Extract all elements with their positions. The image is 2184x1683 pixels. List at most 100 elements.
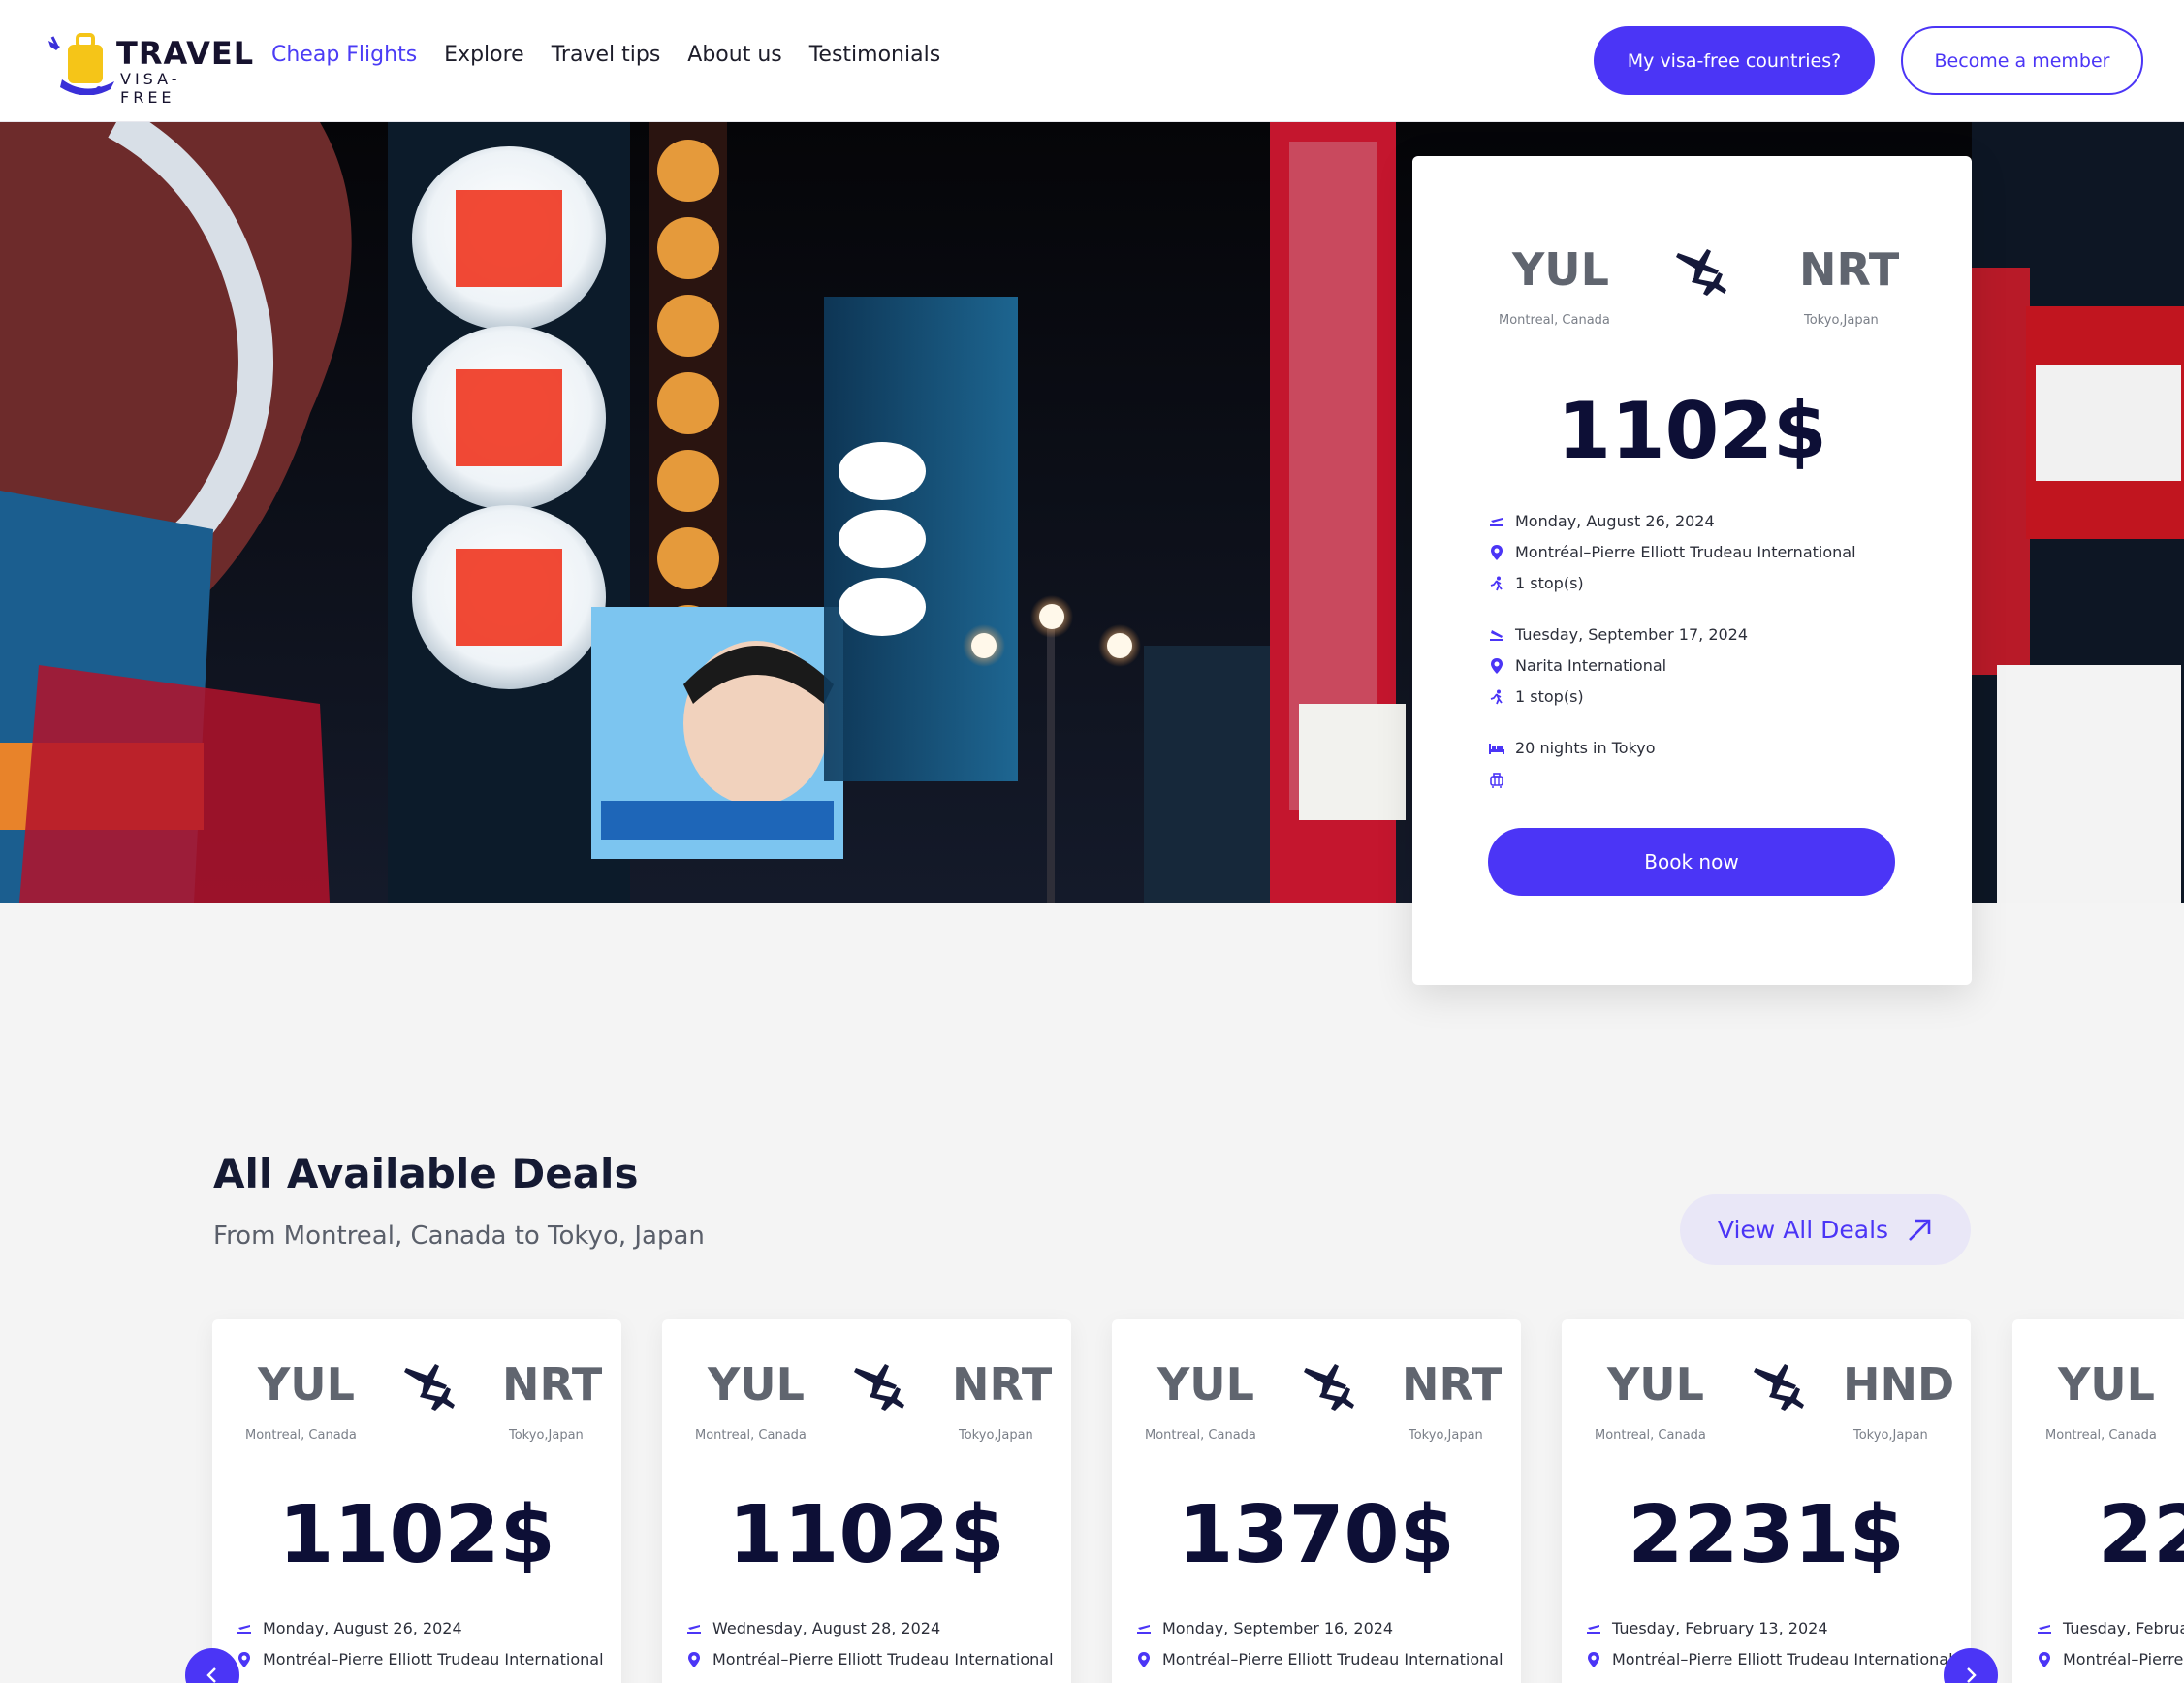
logo-tagline: VISA-FREE (120, 70, 181, 107)
deal-airport: Montréal–Pierre E (2063, 1650, 2184, 1668)
walking-person-icon (1488, 575, 1505, 592)
takeoff-icon (236, 1620, 253, 1637)
site-header: TRAVEL VISA-FREE Cheap Flights Explore T… (0, 0, 2184, 122)
deal-date-row: Tuesday, February 13, 2024 (1585, 1619, 1828, 1637)
deal-date: Monday, August 26, 2024 (263, 1619, 462, 1637)
chevron-right-icon (1967, 1667, 1977, 1683)
return-date: Tuesday, September 17, 2024 (1515, 625, 1749, 644)
walking-person-icon (1488, 688, 1505, 706)
deal-price: 1370$ (1178, 1489, 1455, 1581)
origin-city: Montreal, Canada (1499, 313, 1610, 328)
nav-about-us[interactable]: About us (687, 43, 781, 67)
chevron-left-icon (206, 1667, 216, 1683)
destination-code: NRT (502, 1358, 603, 1411)
location-pin-icon (685, 1651, 703, 1668)
deal-price: 1102$ (278, 1489, 555, 1581)
destination-city: Tokyo,Japan (1409, 1428, 1483, 1443)
origin-city: Montreal, Canada (1145, 1428, 1256, 1443)
takeoff-icon (2036, 1620, 2053, 1637)
luggage-icon (1488, 772, 1505, 789)
deal-card[interactable]: YUL Montreal, Canada HND Tokyo,Japan 223… (1562, 1319, 1971, 1683)
deal-date: Wednesday, August 28, 2024 (712, 1619, 941, 1637)
deal-airport: Montréal–Pierre Elliott Trudeau Internat… (1162, 1650, 1503, 1668)
landing-icon (1488, 626, 1505, 644)
departure-date: Monday, August 26, 2024 (1515, 512, 1715, 530)
destination-code: HND (1843, 1358, 1955, 1411)
visa-free-countries-button[interactable]: My visa-free countries? (1594, 26, 1875, 95)
deal-airport-row: Montréal–Pierre Elliott Trudeau Internat… (1135, 1650, 1503, 1668)
return-date-row: Tuesday, September 17, 2024 (1488, 625, 1748, 644)
luggage-row (1488, 772, 1515, 789)
planes-icon (404, 1364, 455, 1411)
deal-date-row: Monday, September 16, 2024 (1135, 1619, 1393, 1637)
deal-date: Tuesday, February (2063, 1619, 2184, 1637)
takeoff-icon (685, 1620, 703, 1637)
destination-code: NRT (1402, 1358, 1503, 1411)
become-member-button[interactable]: Become a member (1901, 26, 2143, 95)
deal-airport-row: Montréal–Pierre E (2036, 1650, 2184, 1668)
location-pin-icon (1488, 544, 1505, 561)
deal-airport-row: Montréal–Pierre Elliott Trudeau Internat… (236, 1650, 604, 1668)
featured-deal-card: YUL Montreal, Canada NRT Tokyo,Japan 110… (1412, 156, 1972, 985)
destination-code: NRT (952, 1358, 1053, 1411)
site-logo[interactable]: TRAVEL VISA-FREE (47, 27, 253, 107)
location-pin-icon (1488, 657, 1505, 675)
nav-travel-tips[interactable]: Travel tips (552, 43, 661, 67)
view-all-deals-label: View All Deals (1717, 1216, 1889, 1244)
return-stops: 1 stop(s) (1515, 687, 1584, 706)
planes-icon (854, 1364, 904, 1411)
return-airport: Narita International (1515, 656, 1667, 675)
stay-row: 20 nights in Tokyo (1488, 739, 1656, 757)
destination-city: Tokyo,Japan (1853, 1428, 1928, 1443)
departure-date-row: Monday, August 26, 2024 (1488, 512, 1715, 530)
featured-price: 1102$ (1557, 386, 1827, 476)
planes-icon (1676, 249, 1726, 296)
origin-city: Montreal, Canada (695, 1428, 807, 1443)
location-pin-icon (1135, 1651, 1153, 1668)
destination-city: Tokyo,Japan (959, 1428, 1033, 1443)
planes-icon (1304, 1364, 1354, 1411)
suitcase-plane-icon (48, 33, 114, 95)
deal-airport: Montréal–Pierre Elliott Trudeau Internat… (263, 1650, 604, 1668)
location-pin-icon (2036, 1651, 2053, 1668)
origin-code: YUL (1607, 1358, 1704, 1411)
departure-stops: 1 stop(s) (1515, 574, 1584, 592)
destination-city: Tokyo,Japan (1804, 313, 1879, 328)
book-now-button[interactable]: Book now (1488, 828, 1895, 896)
deal-airport: Montréal–Pierre Elliott Trudeau Internat… (712, 1650, 1054, 1668)
deal-price: 2231$ (1628, 1489, 1905, 1581)
logo-wordmark: TRAVEL (116, 35, 255, 72)
view-all-deals-button[interactable]: View All Deals (1680, 1194, 1971, 1265)
origin-city: Montreal, Canada (2045, 1428, 2157, 1443)
return-stops-row: 1 stop(s) (1488, 687, 1584, 706)
deal-date-row: Monday, August 26, 2024 (236, 1619, 462, 1637)
nav-testimonials[interactable]: Testimonials (809, 43, 940, 67)
departure-airport: Montréal–Pierre Elliott Trudeau Internat… (1515, 543, 1856, 561)
arrow-up-right-icon (1909, 1219, 1931, 1241)
nav-explore[interactable]: Explore (444, 43, 524, 67)
main-nav: Cheap Flights Explore Travel tips About … (271, 43, 967, 67)
return-airport-row: Narita International (1488, 656, 1666, 675)
deal-card[interactable]: YUL Montreal, Canada NRT Tokyo,Japan 110… (662, 1319, 1071, 1683)
destination-city: Tokyo,Japan (509, 1428, 584, 1443)
deal-airport: Montréal–Pierre Elliott Trudeau Internat… (1612, 1650, 1953, 1668)
deal-date: Monday, September 16, 2024 (1162, 1619, 1394, 1637)
location-pin-icon (1585, 1651, 1602, 1668)
deal-card[interactable]: YUL Montreal, Canada NRT Tokyo,Japan 137… (1112, 1319, 1521, 1683)
takeoff-icon (1488, 513, 1505, 530)
origin-code: YUL (1157, 1358, 1254, 1411)
deal-card[interactable]: YUL Montreal, Canada 22 Tuesday, Februar… (2012, 1319, 2184, 1683)
nav-cheap-flights[interactable]: Cheap Flights (271, 43, 417, 67)
deal-date-row: Tuesday, February (2036, 1619, 2184, 1637)
origin-code: YUL (1512, 243, 1609, 296)
deal-airport-row: Montréal–Pierre Elliott Trudeau Internat… (1585, 1650, 1953, 1668)
deal-card[interactable]: YUL Montreal, Canada NRT Tokyo,Japan 110… (212, 1319, 621, 1683)
route-summary: YUL Montreal, Canada NRT Tokyo,Japan (1412, 243, 1972, 350)
deals-heading: All Available Deals (213, 1150, 639, 1197)
departure-airport-row: Montréal–Pierre Elliott Trudeau Internat… (1488, 543, 1856, 561)
origin-code: YUL (2058, 1358, 2155, 1411)
destination-code: NRT (1799, 243, 1900, 296)
deal-date: Tuesday, February 13, 2024 (1612, 1619, 1828, 1637)
takeoff-icon (1585, 1620, 1602, 1637)
stay-duration: 20 nights in Tokyo (1515, 739, 1656, 757)
